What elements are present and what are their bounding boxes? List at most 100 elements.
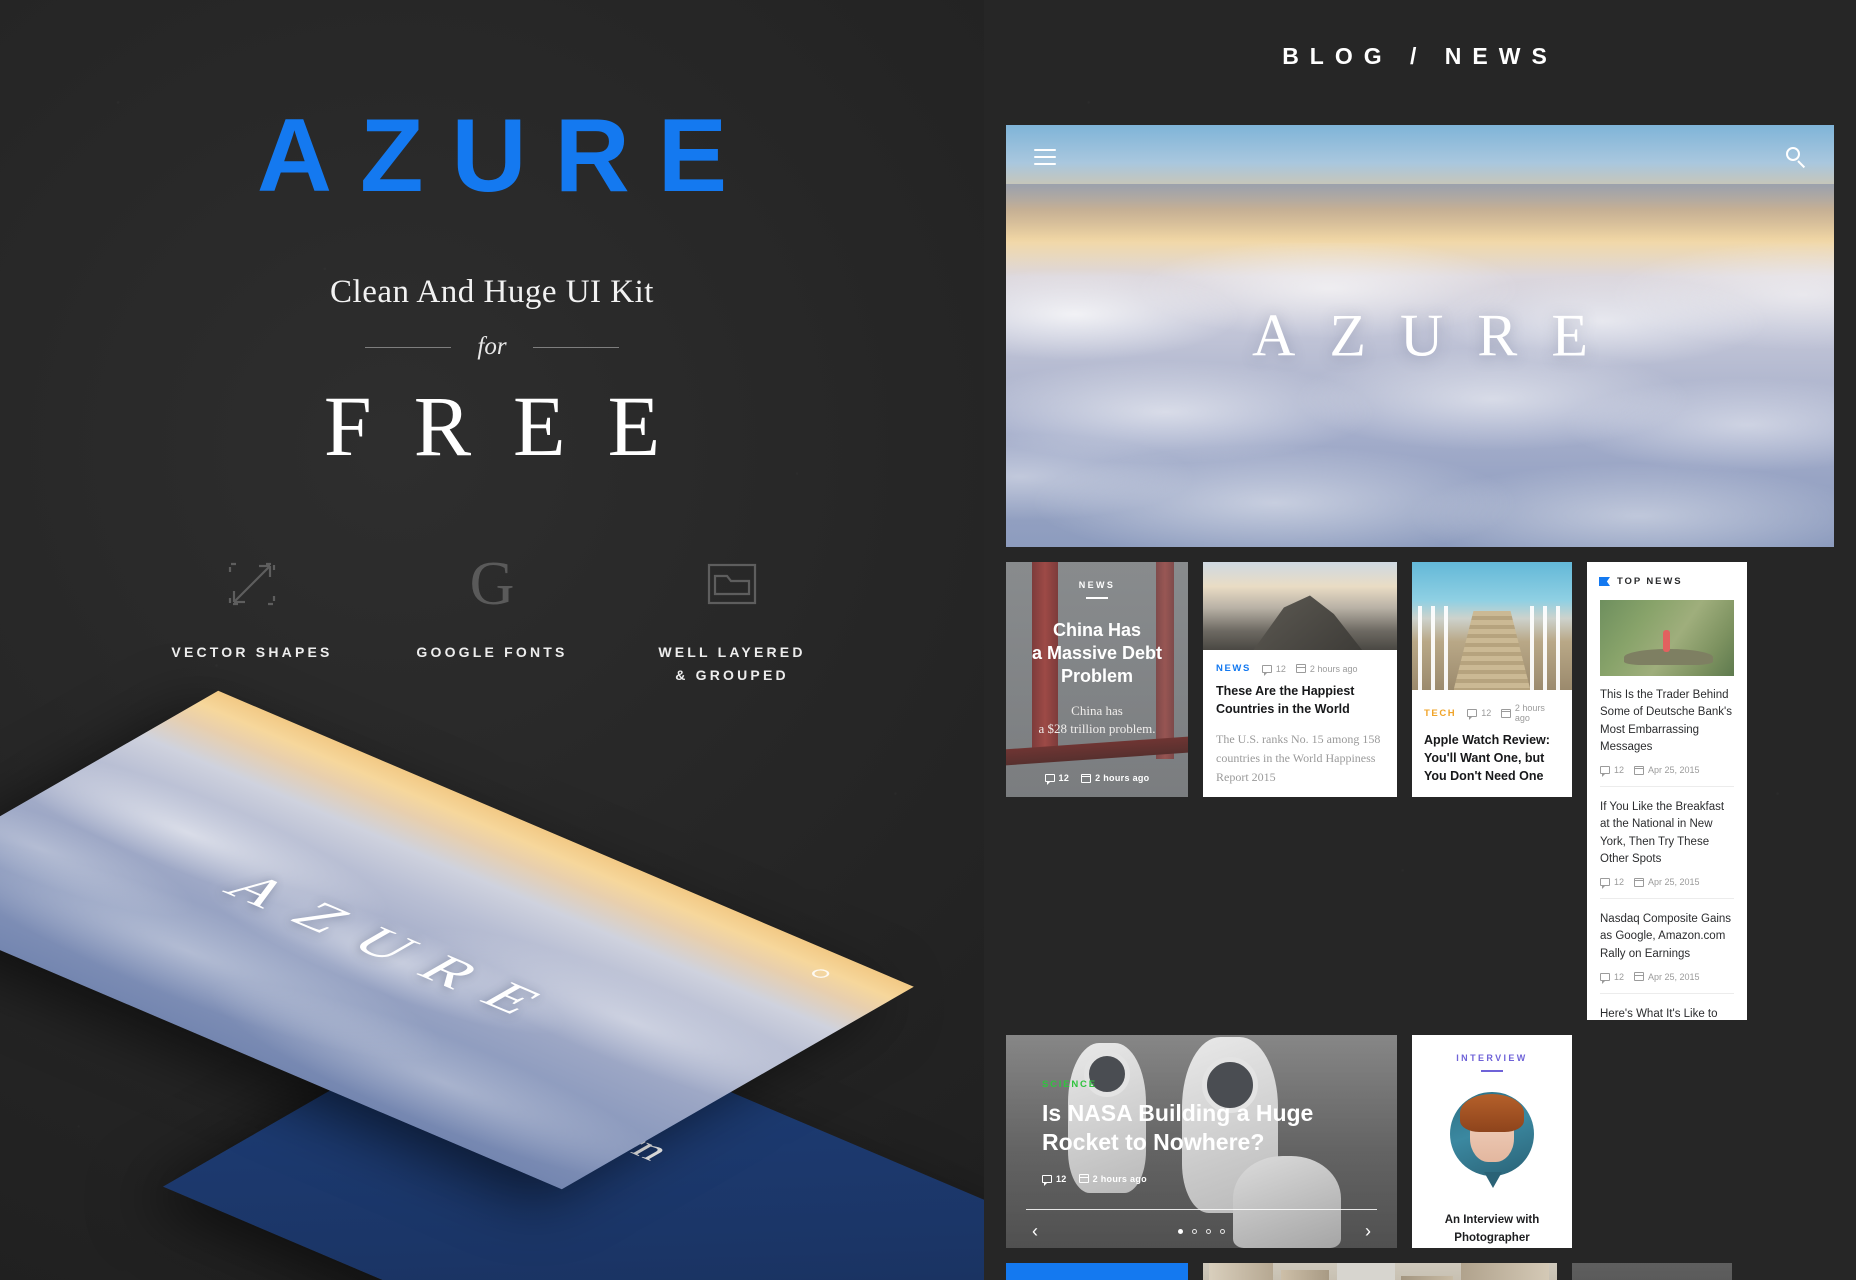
top-news-item[interactable]: This Is the Trader Behind Some of Deutsc… [1600, 687, 1734, 786]
date-text: Apr 25, 2015 [1648, 765, 1700, 775]
headline: If You Like the Breakfast at the Nationa… [1600, 801, 1725, 865]
slider-dot[interactable] [1206, 1228, 1211, 1234]
free-headline: FREE [323, 378, 703, 474]
hamburger-icon[interactable] [1034, 149, 1056, 165]
item-meta: 12 Apr 25, 2015 [1600, 765, 1734, 777]
comment-icon [1467, 709, 1478, 720]
comment-icon [1044, 774, 1055, 785]
item-meta: 12 Apr 25, 2015 [1600, 971, 1734, 984]
comment-icon [1600, 878, 1610, 889]
divider-line-left [365, 346, 452, 348]
category-label: NEWS [1216, 663, 1251, 674]
flag-icon [1599, 577, 1610, 586]
article-meta: 12 2 hours ago [1006, 773, 1188, 785]
article-title: China Has a Massive Debt Problem [1031, 620, 1163, 686]
comment-count: 12 [1044, 773, 1070, 785]
page-title: BLOG / NEWS [1282, 42, 1558, 69]
preview-header: BLOG / NEWS [984, 0, 1856, 112]
top-news-thumbnail [1600, 600, 1734, 676]
headline: Nasdaq Composite Gains as Google, Amazon… [1600, 913, 1732, 960]
article-meta: 12 2 hours ago [1467, 703, 1560, 723]
card-nasa-slider[interactable]: SCIENCE Is NASA Building a Huge Rocket t… [1006, 1035, 1397, 1248]
card-china-debt[interactable]: NEWS China Has a Massive Debt Problem Ch… [1006, 562, 1188, 797]
headline: This Is the Trader Behind Some of Deutsc… [1600, 689, 1732, 753]
for-divider-row: for [0, 333, 984, 361]
top-news-sidebar: TOP NEWS This Is the Trader Behind Some … [1587, 562, 1747, 1020]
top-news-item[interactable]: Nasdaq Composite Gains as Google, Amazon… [1600, 898, 1734, 993]
for-label: for [477, 333, 507, 360]
kicker-rule [1086, 597, 1108, 599]
card-feature-story[interactable]: FEATURE STORY Global [1006, 1263, 1188, 1280]
feature-well-layered: WELL LAYERED & GROUPED [612, 549, 852, 687]
g-glyph: G [469, 550, 515, 619]
slider-dots [1178, 1228, 1225, 1234]
avatar [1450, 1092, 1534, 1188]
feature-label: GOOGLE FONTS [416, 644, 568, 661]
card-apple-watch[interactable]: TECH 12 2 hours ago Apple Watch Review: … [1412, 562, 1572, 797]
category-label: NEWS [1078, 580, 1116, 590]
hero-banner: AZURE [1006, 125, 1834, 547]
category-label: TECH [1424, 707, 1457, 719]
mockup-search-icon [808, 967, 833, 980]
comment-number: 12 [1614, 877, 1625, 887]
comment-number: 12 [1481, 708, 1492, 718]
card-city-photo[interactable] [1203, 1263, 1557, 1280]
comment-icon [1600, 766, 1610, 777]
article-title: Apple Watch Review: You'll Want One, but… [1424, 733, 1550, 783]
right-preview-panel: BLOG / NEWS AZURE NEWS China Has a Massi… [984, 0, 1856, 1280]
chevron-right-icon[interactable]: › [1365, 1222, 1371, 1240]
vector-shapes-icon [132, 549, 372, 619]
date-text: Apr 25, 2015 [1648, 877, 1700, 887]
grid-row-2: SCIENCE Is NASA Building a Huge Rocket t… [1006, 1035, 1834, 1248]
article-grid: NEWS China Has a Massive Debt Problem Ch… [1006, 562, 1834, 1280]
date-text: Apr 25, 2015 [1648, 971, 1700, 982]
slider-dot[interactable] [1220, 1228, 1225, 1234]
chevron-left-icon[interactable]: ‹ [1032, 1222, 1038, 1240]
calendar-icon [1634, 765, 1645, 775]
search-icon[interactable] [1786, 147, 1806, 169]
comment-number: 12 [1056, 1173, 1067, 1184]
comment-icon [1042, 1174, 1052, 1186]
hero-navbar [1006, 147, 1834, 169]
meta-header: TECH 12 2 hours ago [1424, 703, 1560, 723]
feature-list: VECTOR SHAPES G GOOGLE FONTS WELL LAYERE… [0, 549, 984, 687]
comment-number: 12 [1614, 765, 1625, 775]
helmet-artwork [1084, 1051, 1130, 1097]
tagline-text: Clean And Huge UI Kit [330, 274, 654, 310]
grid-row-3: FEATURE STORY Global QUOTE [1006, 1263, 1834, 1280]
card-quote[interactable]: QUOTE [1572, 1263, 1732, 1280]
time-text: 2 hours ago [1095, 773, 1150, 783]
layers-folder-icon [612, 549, 852, 619]
time-text: 2 hours ago [1309, 663, 1358, 674]
feature-label: VECTOR SHAPES [171, 644, 333, 661]
calendar-icon [1634, 877, 1645, 887]
comment-icon [1261, 664, 1272, 676]
kicker-rule [1481, 1070, 1503, 1072]
article-meta: 12 2 hours ago [1042, 1173, 1397, 1186]
brand-wordmark: AZURE [256, 98, 756, 214]
hero-wordmark: AZURE [1252, 302, 1622, 369]
headline: Here's What It's Like to Eat in the Hous… [1600, 1007, 1718, 1020]
top-news-item[interactable]: Here's What It's Like to Eat in the Hous… [1600, 992, 1734, 1020]
slider-dot[interactable] [1178, 1228, 1183, 1234]
article-thumbnail [1203, 562, 1397, 650]
article-excerpt: China has a $28 trillion problem. [1038, 702, 1156, 737]
card-interview[interactable]: INTERVIEW An Interview with Photographer… [1412, 1035, 1572, 1248]
card-happiest-countries[interactable]: NEWS 12 2 hours ago These Are the Happie… [1203, 562, 1397, 797]
feature-google-fonts: G GOOGLE FONTS [372, 549, 612, 687]
left-promo-panel: AZURE Clean And Huge UI Kit for FREE VEC… [0, 0, 984, 1280]
slider-dot[interactable] [1192, 1228, 1197, 1234]
feature-label: WELL LAYERED & GROUPED [658, 644, 806, 684]
meta-header: NEWS 12 2 hours ago [1216, 663, 1384, 676]
article-title: Is NASA Building a Huge Rocket to Nowher… [1042, 1100, 1314, 1155]
divider-line-right [532, 346, 619, 348]
time-text: 2 hours ago [1092, 1173, 1147, 1184]
calendar-icon [1634, 972, 1645, 982]
slider-progress-bar [1026, 1209, 1377, 1210]
item-meta: 12 Apr 25, 2015 [1600, 877, 1734, 889]
article-meta: 12 2 hours ago [1261, 663, 1358, 676]
comment-icon [1600, 972, 1610, 984]
top-news-item[interactable]: If You Like the Breakfast at the Nationa… [1600, 786, 1734, 898]
timestamp: 2 hours ago [1081, 773, 1149, 783]
calendar-icon [1501, 708, 1511, 718]
